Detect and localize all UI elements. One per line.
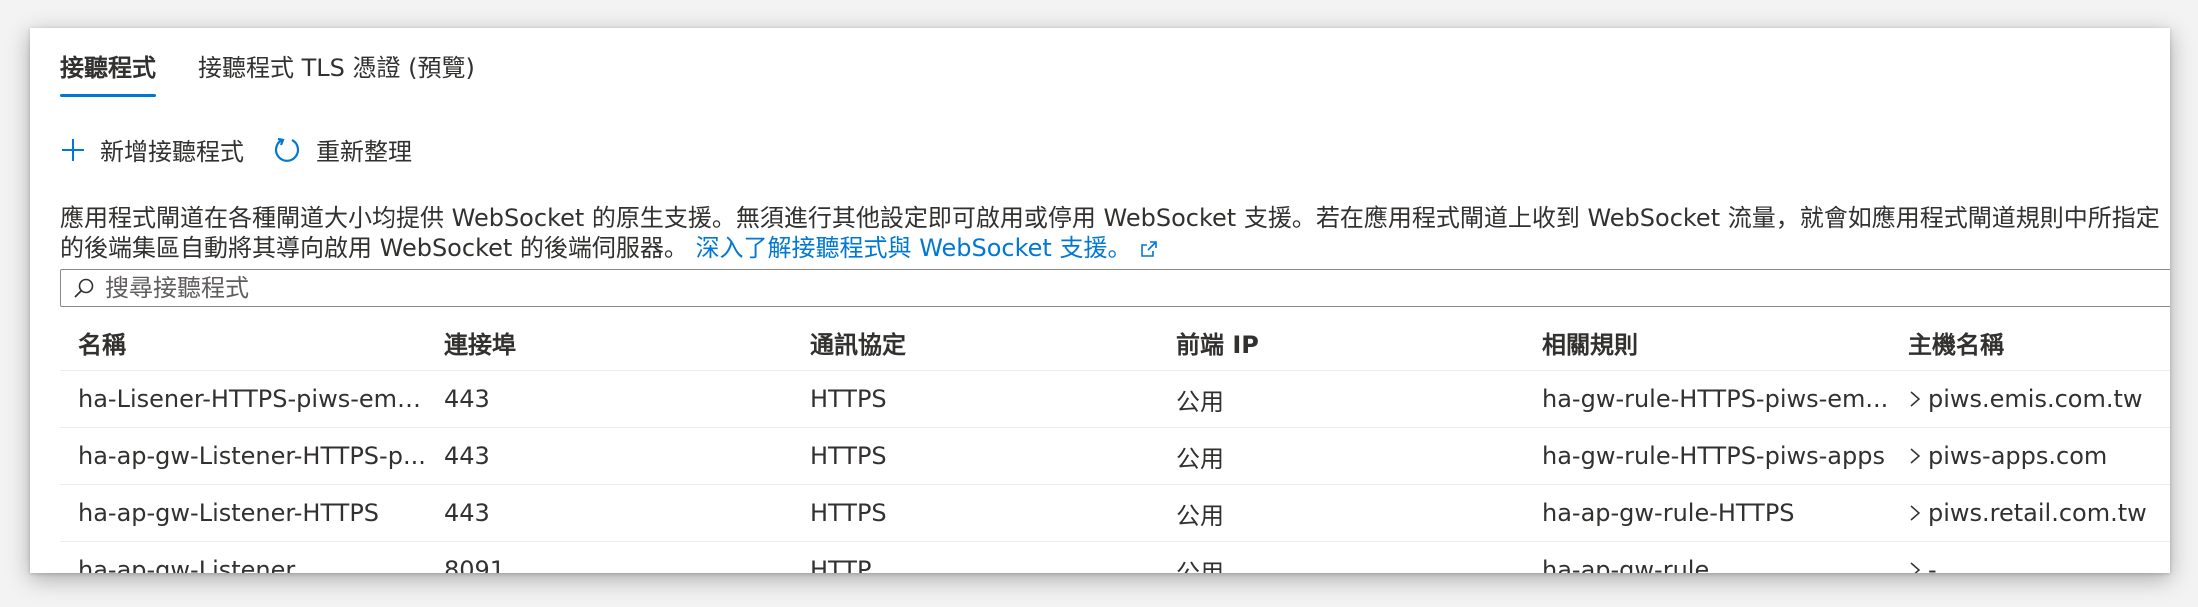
column-header-name[interactable]: 名稱 <box>60 325 426 360</box>
rule-cell: ha-gw-rule-HTTPS-piws-apps <box>1542 442 1885 470</box>
add-listener-button[interactable]: 新增接聽程式 <box>60 132 244 167</box>
protocol-cell: HTTP <box>810 556 872 573</box>
host-name-cell: piws.emis.com.tw <box>1890 385 2170 413</box>
listener-name-link[interactable]: ha-ap-gw-Listener-HTTPS-p... <box>60 442 426 470</box>
tab-bar: 接聽程式 接聽程式 TLS 憑證 (預覽) <box>60 50 517 97</box>
protocol-cell: HTTPS <box>810 442 887 470</box>
listeners-table: 名稱 連接埠 通訊協定 前端 IP 相關規則 主機名稱 ha-Lisener-H… <box>60 314 2170 573</box>
frontend-ip-cell: 公用 <box>1176 444 1224 473</box>
websocket-description: 應用程式閘道在各種閘道大小均提供 WebSocket 的原生支援。無須進行其他設… <box>60 203 2170 263</box>
port-cell: 443 <box>444 442 490 470</box>
column-header-port[interactable]: 連接埠 <box>426 325 792 360</box>
rule-cell: ha-ap-gw-rule-HTTPS <box>1542 499 1795 527</box>
host-name-text: piws-apps.com <box>1928 442 2108 470</box>
column-header-protocol[interactable]: 通訊協定 <box>792 325 1158 360</box>
search-input[interactable] <box>103 273 2170 303</box>
plus-icon <box>62 138 84 161</box>
search-icon <box>74 278 94 298</box>
table-header-row: 名稱 連接埠 通訊協定 前端 IP 相關規則 主機名稱 <box>60 314 2170 371</box>
chevron-right-icon[interactable] <box>1908 504 1922 522</box>
listener-name-link[interactable]: ha-Lisener-HTTPS-piws-emi... <box>60 385 426 413</box>
host-name-text: piws.emis.com.tw <box>1928 385 2143 413</box>
host-name-text: - <box>1928 556 1937 573</box>
description-line-1: 應用程式閘道在各種閘道大小均提供 WebSocket 的原生支援。無須進行其他設… <box>60 204 2160 232</box>
host-name-cell: piws.retail.com.tw <box>1890 499 2170 527</box>
frontend-ip-cell: 公用 <box>1176 501 1224 530</box>
listener-name-link[interactable]: ha-ap-gw-Listener-HTTPS <box>60 499 426 527</box>
protocol-cell: HTTPS <box>810 499 887 527</box>
chevron-right-icon[interactable] <box>1908 390 1922 408</box>
tab-listener-tls-certificates[interactable]: 接聽程式 TLS 憑證 (預覽) <box>198 50 475 94</box>
table-row[interactable]: ha-Lisener-HTTPS-piws-emi... 443 HTTPS 公… <box>60 371 2170 428</box>
description-line-2-wrap: 的後端集區自動將其導向啟用 WebSocket 的後端伺服器。 深入了解接聽程式… <box>60 233 2170 263</box>
rule-cell: ha-gw-rule-HTTPS-piws-em... <box>1542 385 1889 413</box>
host-name-text: piws.retail.com.tw <box>1928 499 2147 527</box>
add-listener-label: 新增接聽程式 <box>100 138 244 166</box>
port-cell: 443 <box>444 499 490 527</box>
chevron-right-icon[interactable] <box>1908 447 1922 465</box>
table-row[interactable]: ha-ap-gw-Listener-HTTPS-p... 443 HTTPS 公… <box>60 428 2170 485</box>
port-cell: 443 <box>444 385 490 413</box>
host-name-cell: - <box>1890 556 2170 573</box>
search-box[interactable] <box>60 269 2170 307</box>
listener-name-link[interactable]: ha-ap-gw-Listener <box>60 556 426 573</box>
frontend-ip-cell: 公用 <box>1176 387 1224 416</box>
table-row[interactable]: ha-ap-gw-Listener 8091 HTTP 公用 ha-ap-gw-… <box>60 542 2170 573</box>
frontend-ip-cell: 公用 <box>1176 558 1224 574</box>
column-header-frontend-ip[interactable]: 前端 IP <box>1158 325 1524 360</box>
protocol-cell: HTTPS <box>810 385 887 413</box>
refresh-button[interactable]: 重新整理 <box>272 132 412 167</box>
refresh-label: 重新整理 <box>316 138 412 166</box>
column-header-host-name[interactable]: 主機名稱 <box>1890 325 2170 360</box>
refresh-icon <box>274 137 300 162</box>
learn-more-link[interactable]: 深入了解接聽程式與 WebSocket 支援。 <box>696 234 1132 262</box>
external-link-icon[interactable] <box>1139 239 1159 259</box>
port-cell: 8091 <box>444 556 506 573</box>
toolbar: 新增接聽程式 重新整理 <box>60 132 440 167</box>
column-header-associated-rule[interactable]: 相關規則 <box>1524 325 1890 360</box>
tab-listeners[interactable]: 接聽程式 <box>60 50 156 97</box>
host-name-cell: piws-apps.com <box>1890 442 2170 470</box>
chevron-right-icon[interactable] <box>1908 561 1922 573</box>
listeners-panel: 接聽程式 接聽程式 TLS 憑證 (預覽) 新增接聽程式 重新整理 應用程式閘道… <box>30 28 2170 573</box>
table-row[interactable]: ha-ap-gw-Listener-HTTPS 443 HTTPS 公用 ha-… <box>60 485 2170 542</box>
description-line-2: 的後端集區自動將其導向啟用 WebSocket 的後端伺服器。 <box>60 234 688 262</box>
rule-cell: ha-ap-gw-rule <box>1542 556 1710 573</box>
